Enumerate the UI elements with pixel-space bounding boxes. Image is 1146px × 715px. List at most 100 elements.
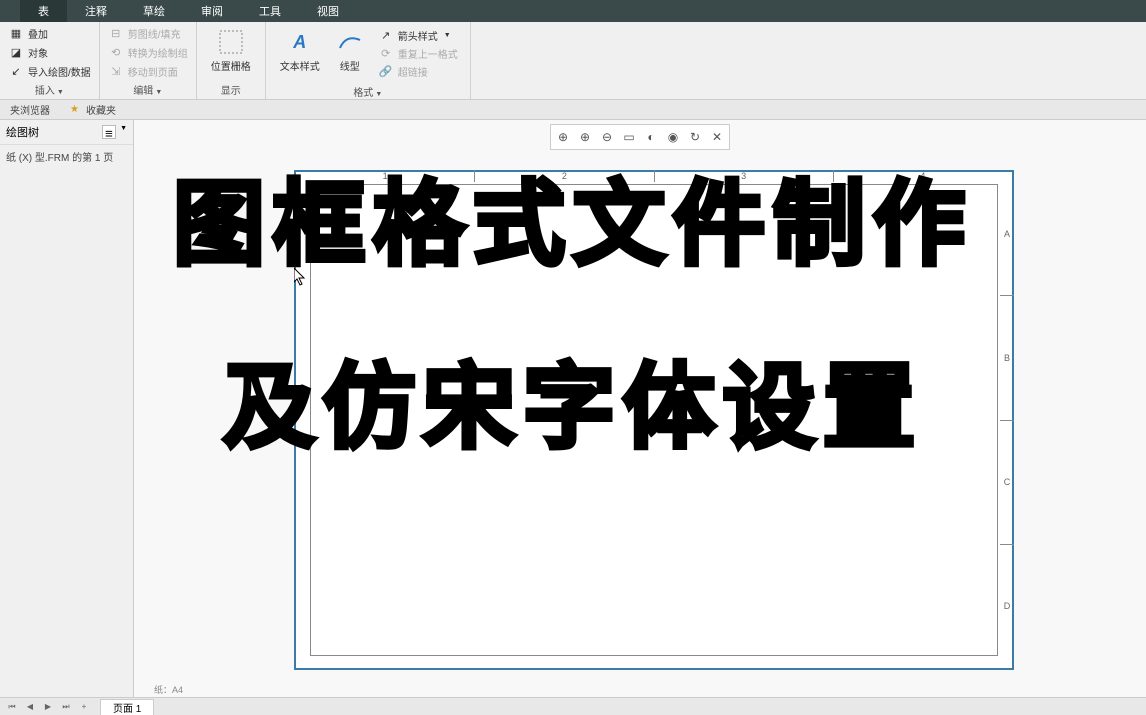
menu-review[interactable]: 审阅 bbox=[183, 0, 241, 22]
text-style-icon: A bbox=[286, 28, 314, 56]
repeat-icon: ⟳ bbox=[378, 45, 394, 61]
settings-button[interactable]: ✕ bbox=[707, 127, 727, 147]
repeat-format-button: ⟳ 重复上一格式 bbox=[376, 44, 460, 62]
trim-icon: ⊟ bbox=[108, 25, 124, 41]
move-page-button: ⇲ 移动到页面 bbox=[106, 62, 190, 80]
edit-group-label: 编辑▼ bbox=[106, 80, 190, 97]
ribbon-display-group: 位置栅格 显示 bbox=[197, 22, 266, 99]
object-button[interactable]: ◪ 对象 bbox=[6, 43, 93, 61]
convert-label: 转换为绘制组 bbox=[128, 45, 188, 60]
arrow-icon: ↗ bbox=[378, 27, 394, 43]
overlay-label: 叠加 bbox=[28, 26, 48, 41]
trim-label: 剪图线/填充 bbox=[128, 26, 181, 41]
arrow-label: 箭头样式 bbox=[398, 28, 438, 43]
line-style-button[interactable]: 线型 bbox=[328, 24, 372, 82]
text-style-button[interactable]: A 文本样式 bbox=[272, 24, 328, 82]
insert-group-label: 插入▼ bbox=[6, 80, 93, 97]
tree-label: 绘图树 bbox=[6, 124, 39, 140]
pan-button[interactable]: ▭ bbox=[619, 127, 639, 147]
row-markers: A B C D bbox=[1000, 172, 1014, 668]
rotate-button[interactable]: ◐ bbox=[641, 127, 661, 147]
row-marker: D bbox=[1000, 545, 1014, 668]
nav-add-button[interactable]: + bbox=[76, 700, 92, 714]
nav-last-button[interactable]: ⏭ bbox=[58, 700, 74, 714]
column-markers: 1 2 3 4 bbox=[296, 170, 1012, 182]
menu-view[interactable]: 视图 bbox=[299, 0, 357, 22]
sidebar-header: 绘图树 ≡ ▼ bbox=[0, 120, 133, 145]
hyperlink-label: 超链接 bbox=[398, 64, 428, 79]
trim-fill-button: ⊟ 剪图线/填充 bbox=[106, 24, 190, 42]
zoom-out-button[interactable]: ⊖ bbox=[597, 127, 617, 147]
overlay-button[interactable]: ▦ 叠加 bbox=[6, 24, 93, 42]
browser-tab[interactable]: 夹浏览器 bbox=[0, 100, 60, 119]
menu-tools[interactable]: 工具 bbox=[241, 0, 299, 22]
dropdown-icon: ▼ bbox=[155, 89, 162, 96]
canvas-toolbar: ⊕ ⊕ ⊖ ▭ ◐ ◉ ↻ ✕ bbox=[550, 124, 730, 150]
ribbon-insert-group: ▦ 叠加 ◪ 对象 ↙ 导入绘图/数据 插入▼ bbox=[0, 22, 100, 99]
convert-draw-button: ⟲ 转换为绘制组 bbox=[106, 43, 190, 61]
zoom-fit-button[interactable]: ⊕ bbox=[553, 127, 573, 147]
ribbon-format-group: A 文本样式 线型 ↗ 箭头样式 ▼ ⟳ 重复上一格式 bbox=[266, 22, 471, 99]
menu-bar: 表 注释 草绘 审阅 工具 视图 bbox=[0, 0, 1146, 22]
browser-tab-label: 夹浏览器 bbox=[10, 102, 50, 117]
ribbon: ▦ 叠加 ◪ 对象 ↙ 导入绘图/数据 插入▼ ⊟ 剪图线/填充 ⟲ 转换 bbox=[0, 22, 1146, 100]
col-marker: 3 bbox=[655, 170, 834, 182]
page-tab[interactable]: 页面 1 bbox=[100, 699, 154, 715]
drawing-frame[interactable]: 1 2 3 4 A B C D bbox=[294, 170, 1014, 670]
tabs-bar: 夹浏览器 ★ 收藏夹 bbox=[0, 100, 1146, 120]
arrow-style-button[interactable]: ↗ 箭头样式 ▼ bbox=[376, 26, 460, 44]
nav-first-button[interactable]: ⏮ bbox=[4, 700, 20, 714]
col-marker: 2 bbox=[475, 170, 654, 182]
col-marker: 4 bbox=[834, 170, 1012, 182]
col-marker: 1 bbox=[296, 170, 475, 182]
paper-size-label: 纸：A4 bbox=[154, 683, 183, 696]
grid-icon bbox=[217, 28, 245, 56]
import-icon: ↙ bbox=[8, 63, 24, 79]
dropdown-icon: ▼ bbox=[375, 91, 382, 98]
inner-frame bbox=[310, 184, 998, 656]
object-label: 对象 bbox=[28, 45, 48, 60]
import-data-button[interactable]: ↙ 导入绘图/数据 bbox=[6, 62, 93, 80]
cursor-icon bbox=[294, 268, 306, 286]
text-style-label: 文本样式 bbox=[280, 58, 320, 73]
import-label: 导入绘图/数据 bbox=[28, 64, 91, 79]
sidebar-tree-item[interactable]: 纸 (X) 型.FRM 的第 1 页 bbox=[0, 145, 133, 168]
overlay-icon: ▦ bbox=[8, 25, 24, 41]
favorites-tab-label: 收藏夹 bbox=[86, 102, 116, 117]
main-area: 绘图树 ≡ ▼ 纸 (X) 型.FRM 的第 1 页 ⊕ ⊕ ⊖ ▭ ◐ ◉ ↻… bbox=[0, 120, 1146, 697]
view-button[interactable]: ◉ bbox=[663, 127, 683, 147]
ribbon-edit-group: ⊟ 剪图线/填充 ⟲ 转换为绘制组 ⇲ 移动到页面 编辑▼ bbox=[100, 22, 197, 99]
bottom-bar: ⏮ ◀ ▶ ⏭ + 页面 1 bbox=[0, 697, 1146, 715]
page-nav: ⏮ ◀ ▶ ⏭ + bbox=[4, 700, 92, 714]
sidebar-search: ≡ ▼ bbox=[102, 125, 127, 139]
sidebar: 绘图树 ≡ ▼ 纸 (X) 型.FRM 的第 1 页 bbox=[0, 120, 134, 697]
menu-annotate[interactable]: 注释 bbox=[67, 0, 125, 22]
star-icon: ★ bbox=[70, 104, 82, 116]
canvas-footer: 纸：A4 bbox=[134, 681, 1146, 697]
sidebar-list-button[interactable]: ≡ bbox=[102, 125, 116, 139]
convert-icon: ⟲ bbox=[108, 44, 124, 60]
grid-label: 位置栅格 bbox=[211, 58, 251, 73]
nav-prev-button[interactable]: ◀ bbox=[22, 700, 38, 714]
format-group-label: 格式▼ bbox=[272, 82, 464, 99]
row-marker: A bbox=[1000, 172, 1014, 296]
link-icon: 🔗 bbox=[378, 63, 394, 79]
dropdown-icon[interactable]: ▼ bbox=[120, 125, 127, 139]
display-group-label: 显示 bbox=[203, 80, 259, 97]
line-style-label: 线型 bbox=[340, 58, 360, 73]
hyperlink-button: 🔗 超链接 bbox=[376, 62, 460, 80]
nav-next-button[interactable]: ▶ bbox=[40, 700, 56, 714]
row-marker: C bbox=[1000, 421, 1014, 545]
menu-table[interactable]: 表 bbox=[20, 0, 67, 22]
dropdown-icon: ▼ bbox=[444, 32, 451, 39]
zoom-in-button[interactable]: ⊕ bbox=[575, 127, 595, 147]
refresh-button[interactable]: ↻ bbox=[685, 127, 705, 147]
move-icon: ⇲ bbox=[108, 63, 124, 79]
canvas-area[interactable]: ⊕ ⊕ ⊖ ▭ ◐ ◉ ↻ ✕ 1 2 3 4 A B C D bbox=[134, 120, 1146, 697]
menu-sketch[interactable]: 草绘 bbox=[125, 0, 183, 22]
dropdown-icon: ▼ bbox=[57, 89, 64, 96]
row-marker: B bbox=[1000, 296, 1014, 420]
grid-button[interactable]: 位置栅格 bbox=[203, 24, 259, 77]
line-style-icon bbox=[336, 28, 364, 56]
favorites-tab[interactable]: ★ 收藏夹 bbox=[60, 100, 126, 119]
